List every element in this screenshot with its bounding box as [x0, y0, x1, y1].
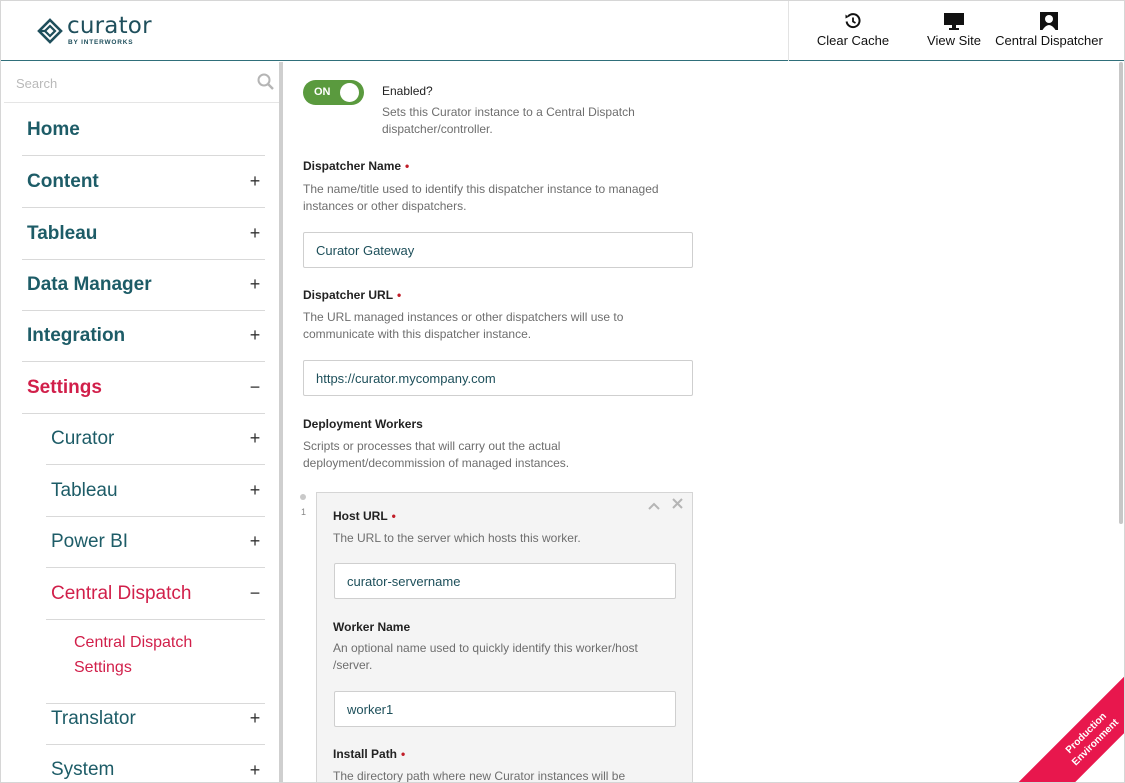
user-icon [1039, 11, 1059, 31]
sidebar-item-label: Curator [51, 427, 115, 449]
history-icon [844, 11, 862, 31]
curator-logo[interactable]: curator BY INTERWORKS [37, 15, 152, 46]
dispatcher-url-help-2: communicate with this dispatcher instanc… [303, 327, 532, 341]
dispatcher-url-help-1: The URL managed instances or other dispa… [303, 310, 624, 324]
sidebar-item-power-bi[interactable]: Power BI + [46, 516, 265, 568]
sidebar-item-label: Tableau [51, 479, 118, 501]
dispatcher-name-label: Dispatcher Name • [303, 159, 410, 173]
logo-mark-icon [37, 17, 63, 44]
sidebar-item-system[interactable]: System + [46, 744, 265, 782]
central-dispatcher-label: Central Dispatcher [995, 33, 1103, 48]
app-window: curator BY INTERWORKS Clear Cache View S… [0, 0, 1125, 783]
sidebar-item-label: Settings [27, 376, 102, 398]
sidebar-item-settings[interactable]: Settings − [22, 362, 265, 414]
worker-name-help-2: /server. [333, 658, 373, 672]
sidebar-item-central-dispatch[interactable]: Central Dispatch − [46, 568, 265, 620]
top-header: curator BY INTERWORKS Clear Cache View S… [1, 1, 1124, 61]
sidebar-item-label-line2: Settings [74, 659, 132, 676]
dispatcher-name-help-2: instances or other dispatchers. [303, 199, 467, 213]
sidebar-item-label: System [51, 759, 115, 780]
required-marker: • [401, 747, 406, 761]
view-site-button[interactable]: View Site [923, 11, 985, 55]
clear-cache-label: Clear Cache [816, 33, 890, 48]
required-marker: • [391, 509, 396, 523]
view-site-label: View Site [927, 33, 981, 48]
install-path-help: The directory path where new Curator ins… [333, 769, 626, 783]
expand-icon[interactable]: + [247, 428, 263, 449]
monitor-icon [943, 11, 965, 31]
required-marker: • [397, 288, 402, 302]
expand-icon[interactable]: + [247, 274, 263, 295]
central-dispatcher-button[interactable]: Central Dispatcher [995, 11, 1103, 55]
sidebar-search [4, 62, 279, 103]
logo-wordmark: curator [67, 13, 152, 39]
logo-byline: BY INTERWORKS [68, 39, 134, 46]
expand-icon[interactable]: + [247, 223, 263, 244]
search-input[interactable] [16, 72, 246, 94]
install-path-label: Install Path • [333, 747, 406, 761]
toggle-state-text: ON [314, 86, 331, 98]
expand-icon[interactable]: + [247, 480, 263, 501]
sidebar-item-translator[interactable]: Translator + [46, 693, 265, 745]
enabled-toggle[interactable]: ON [303, 80, 364, 105]
dispatcher-url-input[interactable] [303, 360, 693, 396]
environment-ribbon-wrap: Production Environment [1016, 668, 1124, 782]
dispatcher-url-label: Dispatcher URL • [303, 288, 402, 302]
host-url-input[interactable] [334, 563, 676, 599]
enabled-label: Enabled? [382, 84, 433, 98]
worker-index: 1 [301, 507, 307, 517]
sidebar-item-label: Central Dispatch [51, 582, 192, 604]
sidebar-item-label-line1: Central Dispatch [74, 634, 193, 651]
drag-handle-icon[interactable] [300, 494, 306, 500]
expand-icon[interactable]: + [247, 760, 263, 781]
sidebar-item-label: Translator [51, 707, 136, 729]
clear-cache-button[interactable]: Clear Cache [815, 11, 891, 55]
production-environment-ribbon: Production Environment [1016, 668, 1124, 782]
sidebar-item-label: Content [27, 170, 99, 192]
header-divider [788, 1, 789, 61]
dispatcher-name-help-1: The name/title used to identify this dis… [303, 182, 659, 196]
worker-name-help-1: An optional name used to quickly identif… [333, 641, 638, 655]
sidebar-item-central-dispatch-settings[interactable]: Central Dispatch Settings [46, 620, 265, 704]
sidebar-item-label: Tableau [27, 222, 98, 244]
search-icon[interactable] [257, 73, 275, 96]
sidebar-item-tableau-settings[interactable]: Tableau + [46, 465, 265, 517]
toggle-knob [340, 83, 359, 102]
collapse-icon[interactable]: − [247, 377, 263, 398]
sidebar-item-label: Data Manager [27, 273, 152, 295]
host-url-label: Host URL • [333, 509, 396, 523]
sidebar-item-home[interactable]: Home [22, 104, 265, 156]
dispatcher-name-input[interactable] [303, 232, 693, 268]
deployment-workers-help-1: Scripts or processes that will carry out… [303, 439, 561, 453]
required-marker: • [405, 159, 410, 173]
deployment-workers-label: Deployment Workers [303, 417, 423, 431]
worker-name-label: Worker Name [333, 620, 411, 634]
sidebar-item-content[interactable]: Content + [22, 156, 265, 208]
sidebar-item-label: Integration [27, 324, 126, 346]
enabled-help-2: dispatcher/controller. [382, 122, 493, 136]
close-icon[interactable] [672, 496, 683, 512]
expand-icon[interactable]: + [247, 325, 263, 346]
expand-icon[interactable]: + [247, 708, 263, 729]
deployment-workers-help-2: deployment/decommission of managed insta… [303, 456, 570, 470]
expand-icon[interactable]: + [247, 171, 263, 192]
sidebar-item-curator[interactable]: Curator + [46, 413, 265, 465]
chevron-up-icon[interactable] [648, 498, 660, 514]
expand-icon[interactable]: + [247, 531, 263, 552]
enabled-help-1: Sets this Curator instance to a Central … [382, 105, 635, 119]
sidebar-item-label: Power BI [51, 530, 129, 552]
sidebar-item-integration[interactable]: Integration + [22, 310, 265, 362]
host-url-help: The URL to the server which hosts this w… [333, 531, 581, 545]
worker-name-input[interactable] [334, 691, 676, 727]
sidebar-item-tableau[interactable]: Tableau + [22, 208, 265, 260]
collapse-icon[interactable]: − [247, 583, 263, 604]
sidebar-scrollbar[interactable] [279, 62, 283, 782]
sidebar-item-data-manager[interactable]: Data Manager + [22, 259, 265, 311]
sidebar-item-label: Home [27, 118, 80, 140]
